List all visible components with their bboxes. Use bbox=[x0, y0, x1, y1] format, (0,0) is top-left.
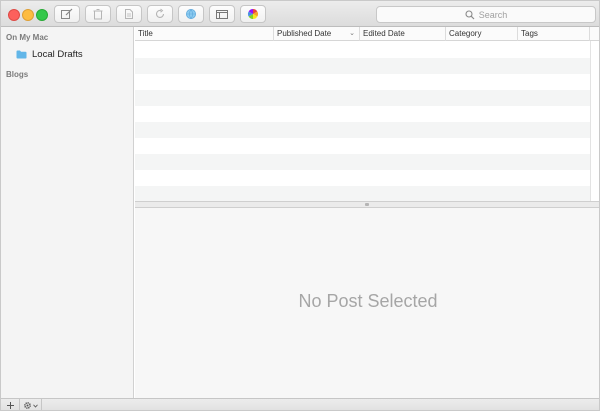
toolbar: Search bbox=[1, 1, 599, 27]
column-header-published-date[interactable]: Published Date ⌄ bbox=[274, 27, 360, 41]
posts-table[interactable]: Title Published Date ⌄ Edited Date Categ… bbox=[135, 27, 599, 201]
column-header-label: Published Date bbox=[277, 29, 332, 38]
table-row bbox=[135, 42, 590, 58]
table-row bbox=[135, 58, 590, 74]
split-view-divider[interactable] bbox=[135, 201, 599, 208]
sidebar-group-on-my-mac: On My Mac bbox=[6, 33, 49, 42]
table-row bbox=[135, 154, 590, 170]
document-icon bbox=[125, 9, 133, 19]
search-placeholder: Search bbox=[478, 9, 508, 20]
new-post-icon bbox=[61, 8, 73, 19]
refresh-icon bbox=[156, 8, 165, 18]
table-row bbox=[135, 74, 590, 90]
minimize-window-button[interactable] bbox=[22, 9, 34, 21]
sidebar-item-local-drafts[interactable]: Local Drafts bbox=[16, 47, 83, 61]
plus-icon bbox=[6, 402, 14, 409]
search-icon bbox=[465, 9, 475, 19]
settings-menu-button[interactable] bbox=[20, 399, 42, 410]
zoom-window-button[interactable] bbox=[36, 9, 48, 21]
post-detail-pane: No Post Selected bbox=[135, 208, 599, 398]
view-blog-button[interactable] bbox=[178, 5, 204, 23]
column-header-category[interactable]: Category bbox=[446, 27, 518, 41]
delete-button[interactable] bbox=[85, 5, 111, 23]
sidebar: On My Mac Local Drafts Blogs bbox=[1, 27, 134, 398]
sort-descending-icon: ⌄ bbox=[349, 30, 355, 37]
search-field[interactable]: Search bbox=[376, 6, 596, 23]
refresh-button[interactable] bbox=[147, 5, 173, 23]
table-row bbox=[135, 186, 590, 201]
color-button[interactable] bbox=[240, 5, 266, 23]
globe-icon bbox=[186, 9, 196, 19]
table-row bbox=[135, 122, 590, 138]
column-header-tags[interactable]: Tags bbox=[518, 27, 590, 41]
new-post-button[interactable] bbox=[54, 5, 80, 23]
table-row bbox=[135, 170, 590, 186]
close-window-button[interactable] bbox=[8, 9, 20, 21]
trash-icon bbox=[93, 9, 103, 20]
column-header-title[interactable]: Title bbox=[135, 27, 274, 41]
folder-icon bbox=[16, 50, 27, 58]
empty-state-message: No Post Selected bbox=[298, 291, 438, 311]
window-icon bbox=[216, 9, 228, 19]
table-row bbox=[135, 106, 590, 122]
table-row bbox=[135, 90, 590, 106]
sidebar-group-blogs: Blogs bbox=[6, 70, 29, 79]
column-header-edited-date[interactable]: Edited Date bbox=[360, 27, 446, 41]
sidebar-item-label: Local Drafts bbox=[32, 48, 83, 60]
table-row bbox=[135, 138, 590, 154]
app-window: Search On My Mac Local Drafts Blogs Titl… bbox=[0, 0, 600, 411]
color-wheel-icon bbox=[248, 9, 258, 19]
table-header: Title Published Date ⌄ Edited Date Categ… bbox=[135, 27, 599, 41]
document-button[interactable] bbox=[116, 5, 142, 23]
bottom-bar bbox=[1, 398, 599, 410]
divider-handle-icon bbox=[365, 203, 369, 206]
table-scrollbar[interactable] bbox=[590, 41, 599, 201]
toggle-layout-button[interactable] bbox=[209, 5, 235, 23]
chevron-down-icon bbox=[33, 404, 38, 408]
add-blog-button[interactable] bbox=[1, 399, 20, 410]
gear-icon bbox=[24, 402, 31, 409]
